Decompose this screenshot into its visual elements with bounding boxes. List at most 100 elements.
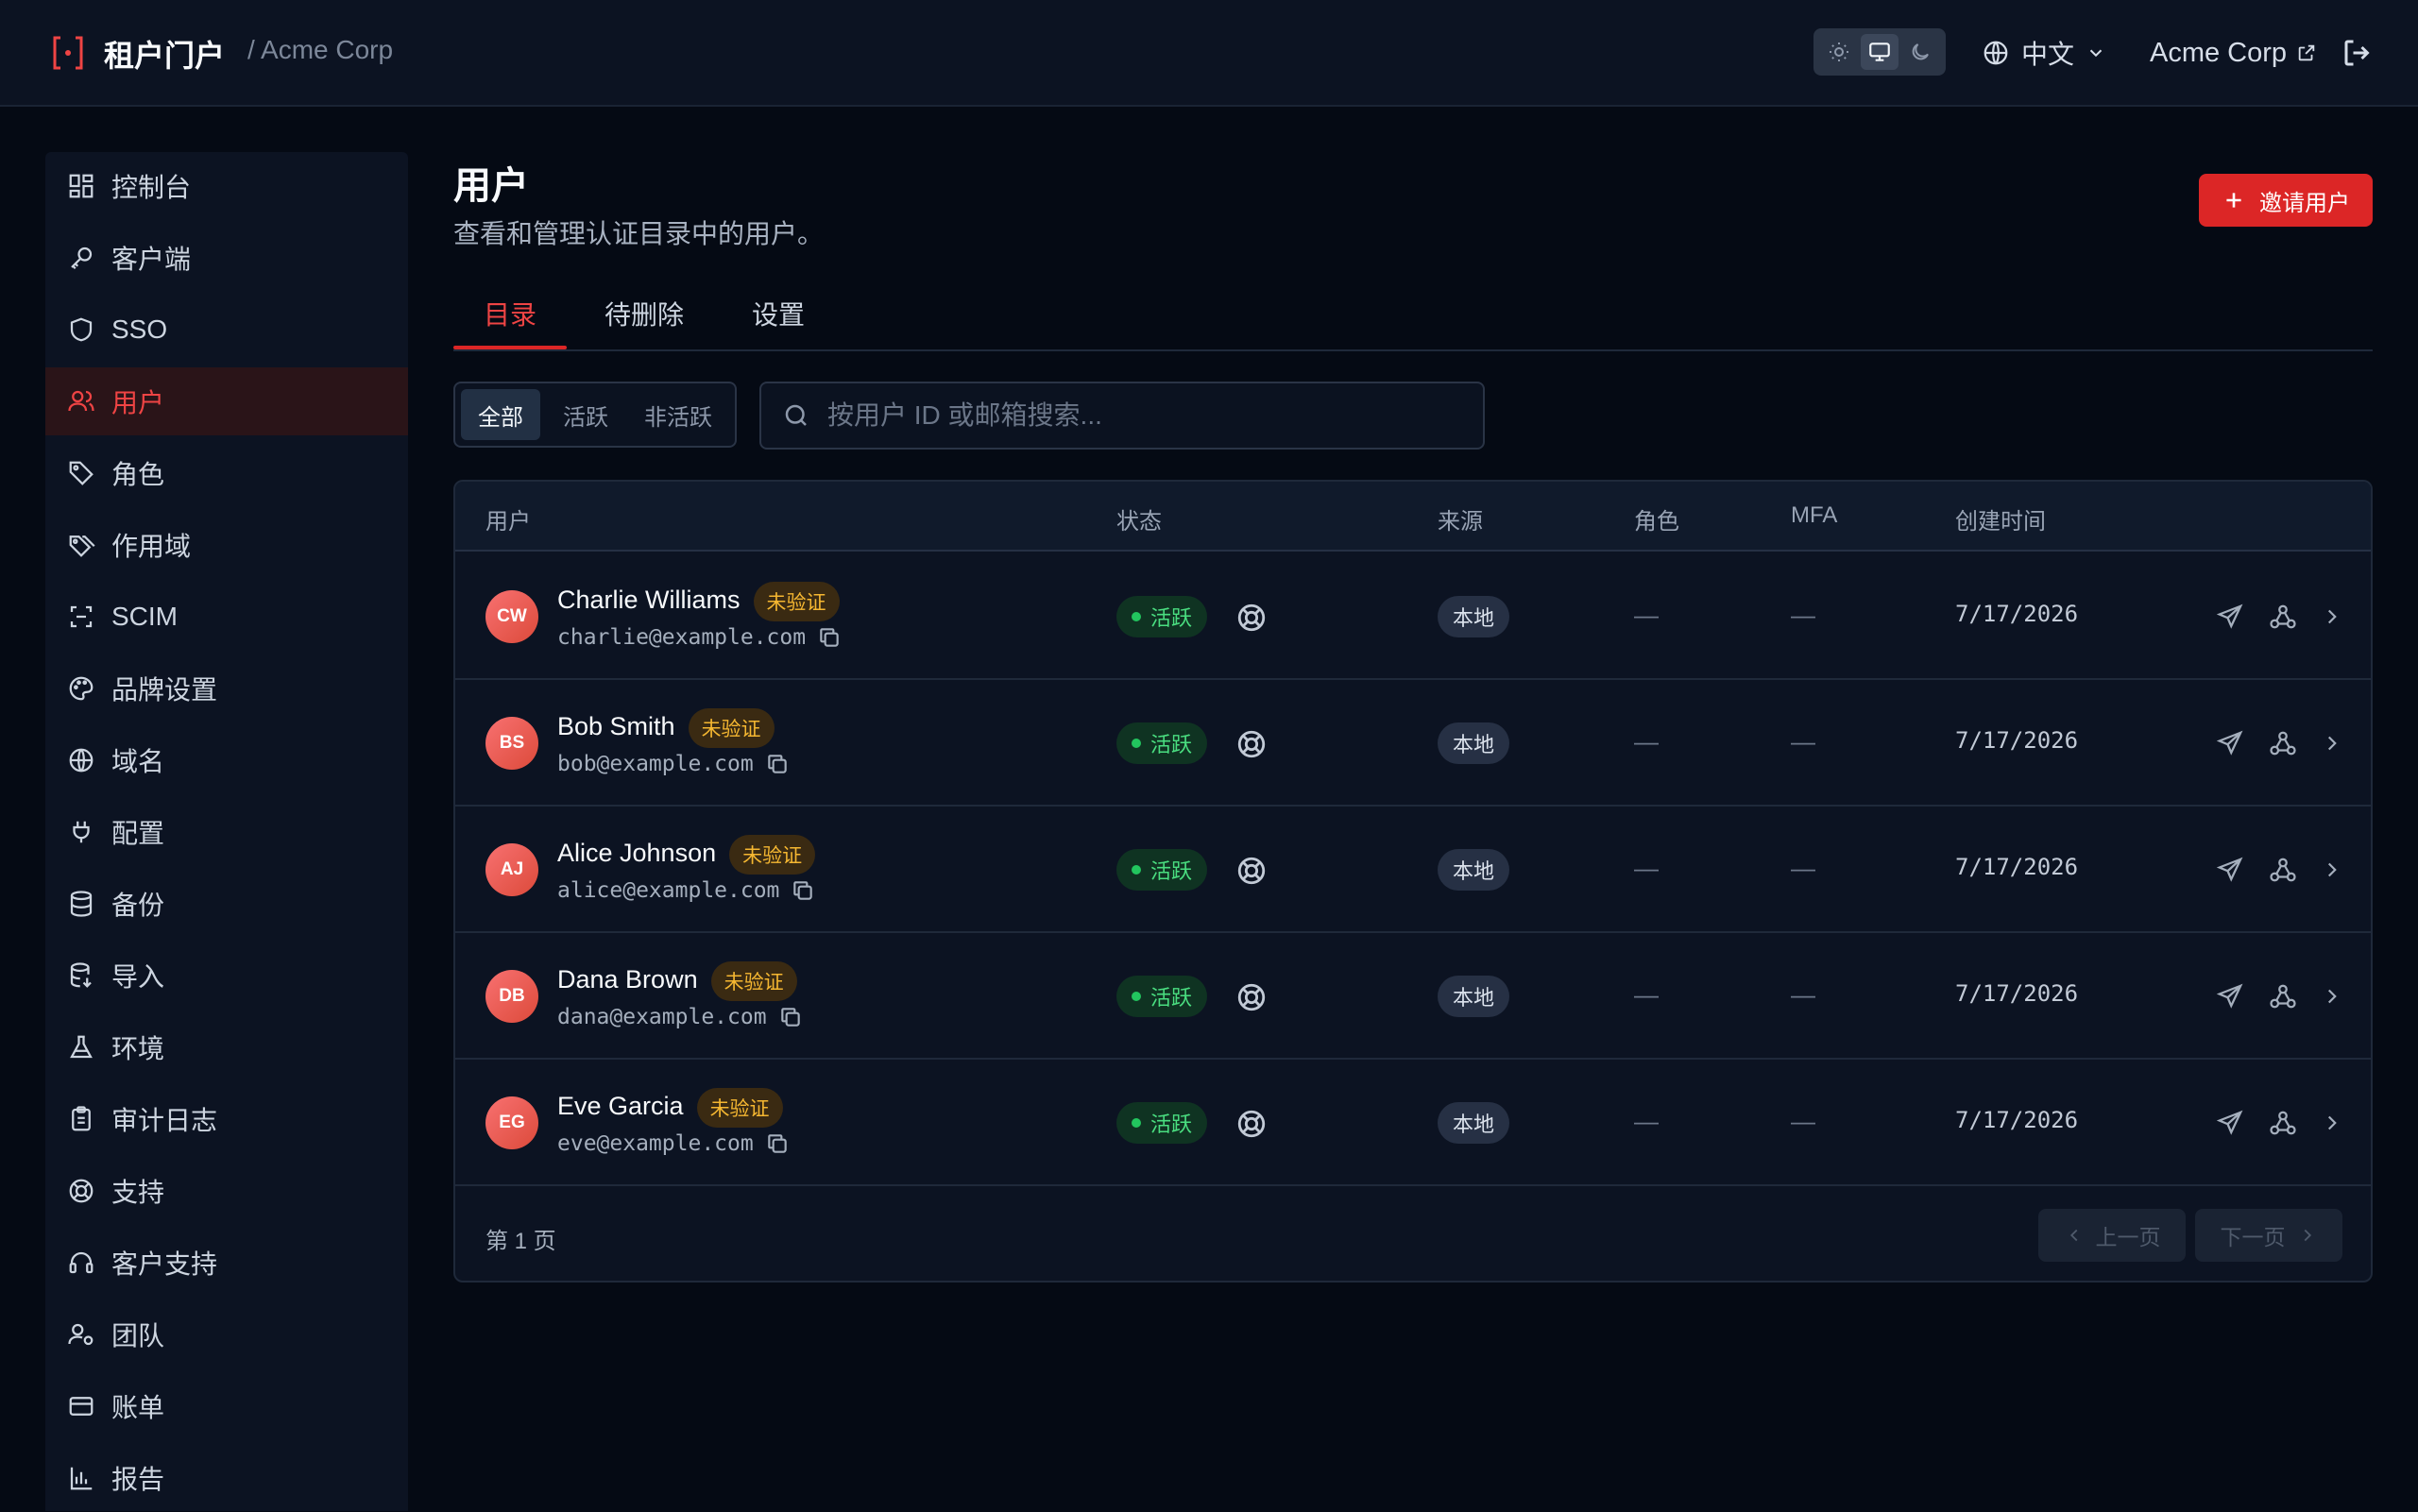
lifebuoy-icon[interactable]: [1235, 981, 1268, 1013]
sidebar-item-reports[interactable]: 报告: [45, 1444, 408, 1512]
status-label: 活跃: [1150, 859, 1193, 883]
copy-icon[interactable]: [765, 752, 790, 776]
sidebar-item-label: 账单: [111, 1393, 165, 1422]
sidebar-item-audit-log[interactable]: 审计日志: [45, 1085, 408, 1153]
copy-icon[interactable]: [817, 625, 842, 650]
sidebar-item-label: SCIM: [111, 602, 178, 631]
unverified-badge: 未验证: [710, 961, 797, 1001]
webhook-button[interactable]: [2267, 980, 2299, 1012]
sidebar-item-team[interactable]: 团队: [45, 1300, 408, 1368]
sidebar-item-roles[interactable]: 角色: [45, 439, 408, 507]
webhook-button[interactable]: [2267, 727, 2299, 759]
tab-directory[interactable]: 目录: [484, 295, 536, 332]
org-breadcrumb: / Acme Corp: [247, 35, 394, 64]
sidebar-item-customer-support[interactable]: 客户支持: [45, 1229, 408, 1297]
lifebuoy-icon[interactable]: [1235, 728, 1268, 760]
prev-page-button[interactable]: 上一页: [2038, 1209, 2186, 1262]
avatar: DB: [485, 970, 538, 1023]
copy-icon[interactable]: [778, 1005, 803, 1029]
sidebar-item-scopes[interactable]: 作用域: [45, 511, 408, 579]
sidebar-item-branding[interactable]: 品牌设置: [45, 654, 408, 722]
language-selector[interactable]: 中文: [1982, 34, 2106, 72]
bar-chart-icon: [66, 1463, 96, 1493]
invite-user-button[interactable]: 邀请用户: [2199, 174, 2373, 227]
user-name: Eve Garcia: [557, 1092, 684, 1121]
table-row[interactable]: EG Eve Garcia 未验证 eve@example.com 活跃 本地 —…: [455, 1060, 2371, 1186]
row-details-button[interactable]: [2316, 727, 2348, 759]
sidebar-item-support[interactable]: 支持: [45, 1157, 408, 1225]
prev-page-label: 上一页: [2095, 1225, 2161, 1249]
next-page-button[interactable]: 下一页: [2195, 1209, 2342, 1262]
sidebar-item-clients[interactable]: 客户端: [45, 224, 408, 292]
lifebuoy-icon[interactable]: [1235, 602, 1268, 634]
send-invite-button[interactable]: [2214, 980, 2246, 1012]
theme-light-button[interactable]: [1820, 34, 1858, 70]
filter-inactive-button[interactable]: 非活跃: [627, 389, 729, 440]
search-input[interactable]: [827, 400, 1470, 431]
chevron-right-icon: [2327, 862, 2337, 877]
avatar: BS: [485, 717, 538, 770]
send-invite-button[interactable]: [2214, 1107, 2246, 1139]
sidebar-item-label: 客户支持: [111, 1249, 218, 1279]
send-icon: [2216, 983, 2243, 1009]
status-dot: [1132, 992, 1141, 1001]
tab-pending-deletion[interactable]: 待删除: [604, 295, 684, 332]
user-email: eve@example.com: [557, 1131, 754, 1156]
row-details-button[interactable]: [2316, 601, 2348, 633]
theme-switcher: [1814, 28, 1946, 76]
row-details-button[interactable]: [2316, 1107, 2348, 1139]
logout-icon[interactable]: [2341, 36, 2375, 70]
table-row[interactable]: BS Bob Smith 未验证 bob@example.com 活跃 本地 — …: [455, 680, 2371, 807]
sidebar-item-sso[interactable]: SSO: [45, 296, 408, 364]
sidebar-item-dashboard[interactable]: 控制台: [45, 152, 408, 220]
source-badge: 本地: [1438, 976, 1510, 1017]
dashboard-icon: [66, 171, 96, 201]
table-row[interactable]: AJ Alice Johnson 未验证 alice@example.com 活跃…: [455, 807, 2371, 933]
theme-system-button[interactable]: [1860, 34, 1899, 70]
sidebar-item-label: 客户端: [111, 245, 192, 274]
lifebuoy-icon[interactable]: [1235, 855, 1268, 887]
sidebar-item-label: 支持: [111, 1178, 165, 1207]
sidebar-item-backup[interactable]: 备份: [45, 870, 408, 938]
sidebar-item-config[interactable]: 配置: [45, 798, 408, 866]
top-bar: 租户门户 / Acme Corp 中文 Acme Corp: [0, 0, 2418, 107]
sidebar-item-scim[interactable]: SCIM: [45, 583, 408, 651]
filter-all-button[interactable]: 全部: [461, 389, 540, 440]
sidebar-item-label: SSO: [111, 314, 168, 344]
webhook-button[interactable]: [2267, 854, 2299, 886]
language-label: 中文: [2021, 40, 2075, 69]
sidebar-item-users[interactable]: 用户: [45, 367, 408, 435]
mfa-value: —: [1791, 601, 1815, 629]
copy-icon[interactable]: [765, 1131, 790, 1156]
roles-value: —: [1634, 854, 1659, 882]
row-details-button[interactable]: [2316, 854, 2348, 886]
send-invite-button[interactable]: [2214, 854, 2246, 886]
sidebar-item-domains[interactable]: 域名: [45, 726, 408, 794]
webhook-button[interactable]: [2267, 1107, 2299, 1139]
source-badge: 本地: [1438, 849, 1510, 891]
sidebar-item-import[interactable]: 导入: [45, 942, 408, 1010]
users-table: 用户 状态 来源 角色 MFA 创建时间 CW Charlie Williams…: [453, 480, 2373, 1283]
status-label: 活跃: [1150, 606, 1193, 630]
lifebuoy-icon[interactable]: [1235, 1108, 1268, 1140]
sidebar-item-billing[interactable]: 账单: [45, 1372, 408, 1440]
avatar: CW: [485, 590, 538, 643]
filter-active-button[interactable]: 活跃: [546, 389, 625, 440]
created-date: 7/17/2026: [1955, 980, 2079, 1007]
unverified-badge: 未验证: [729, 835, 816, 875]
tab-settings[interactable]: 设置: [752, 295, 805, 332]
user-email-line: alice@example.com: [557, 878, 815, 903]
user-name-line: Eve Garcia 未验证: [557, 1088, 783, 1128]
webhook-button[interactable]: [2267, 601, 2299, 633]
copy-icon[interactable]: [791, 878, 815, 903]
theme-dark-button[interactable]: [1901, 34, 1939, 70]
table-row[interactable]: DB Dana Brown 未验证 dana@example.com 活跃 本地 …: [455, 933, 2371, 1060]
send-invite-button[interactable]: [2214, 601, 2246, 633]
table-row[interactable]: CW Charlie Williams 未验证 charlie@example.c…: [455, 553, 2371, 680]
send-invite-button[interactable]: [2214, 727, 2246, 759]
plus-icon: [2226, 193, 2241, 208]
sidebar-item-environments[interactable]: 环境: [45, 1013, 408, 1081]
org-external-link[interactable]: Acme Corp: [2150, 34, 2317, 72]
status-dot: [1132, 612, 1141, 621]
row-details-button[interactable]: [2316, 980, 2348, 1012]
